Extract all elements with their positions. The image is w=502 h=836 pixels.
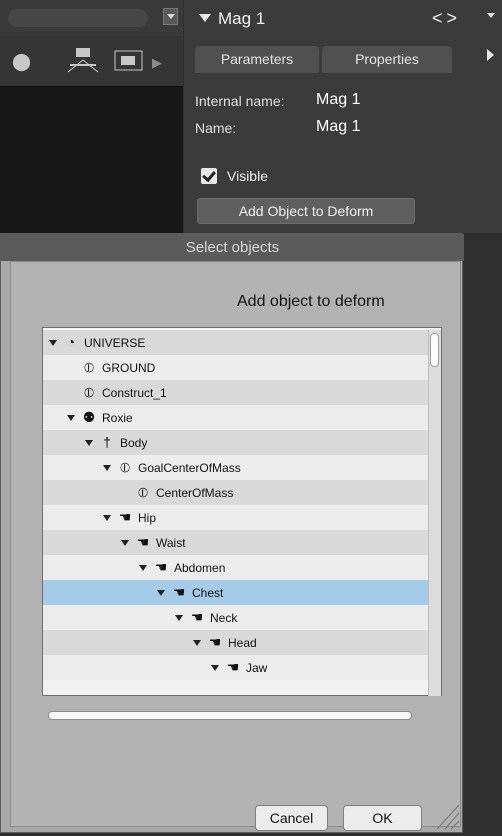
hand-icon: ☚ xyxy=(118,509,132,525)
tree-row-label: UNIVERSE xyxy=(84,336,146,350)
hand-icon: ☚ xyxy=(154,559,168,575)
tree-row-label: Abdomen xyxy=(174,561,226,575)
dialog-heading: Add object to deform xyxy=(237,293,385,310)
internal-name-value: Mag 1 xyxy=(316,91,361,108)
tree-row[interactable]: ☚ Head xyxy=(43,630,429,655)
tree-row-label: Body xyxy=(120,436,148,450)
panel-menu-dropdown-icon[interactable] xyxy=(486,8,497,22)
tree-row[interactable]: ☚ Hip xyxy=(43,505,429,530)
hand-icon: ☚ xyxy=(226,659,240,675)
nav-arrows: <> xyxy=(432,8,461,29)
prop-icon: ⦶ xyxy=(83,384,95,400)
visible-checkbox[interactable] xyxy=(201,168,217,184)
tree-row-label: Roxie xyxy=(102,411,133,425)
tree-horizontal-scrollbar[interactable] xyxy=(48,711,412,720)
prop-icon: ⦶ xyxy=(137,484,149,500)
figure-icon: ⚉ xyxy=(82,409,96,425)
tab-properties[interactable]: Properties xyxy=(322,46,452,73)
tab-scroll-right-icon[interactable] xyxy=(487,49,494,61)
tree-row[interactable]: ☚ Abdomen xyxy=(43,555,429,580)
tree-row-label: Neck xyxy=(210,611,238,625)
expand-arrow-icon[interactable] xyxy=(193,640,201,646)
prop-icon: ⦶ xyxy=(83,359,95,375)
expand-arrow-icon[interactable] xyxy=(121,540,129,546)
expand-arrow-icon[interactable] xyxy=(211,665,219,671)
tree-row-label: Jaw xyxy=(246,661,268,675)
hand-icon: ☚ xyxy=(190,609,204,625)
prop-icon: ⦶ xyxy=(119,459,131,475)
universe-icon: ◔ xyxy=(66,334,76,350)
tree-row-label: CenterOfMass xyxy=(156,486,234,500)
tree-vertical-scrollbar[interactable] xyxy=(428,330,441,696)
tab-parameters[interactable]: Parameters xyxy=(195,46,319,73)
visible-label: Visible xyxy=(227,168,268,184)
tree-row[interactable]: † Body xyxy=(43,430,429,455)
camera-view-icon[interactable] xyxy=(114,50,144,75)
expand-arrow-icon[interactable] xyxy=(49,340,57,346)
cancel-button[interactable]: Cancel xyxy=(255,805,328,831)
viewport-menu-dropdown-button[interactable] xyxy=(163,8,178,25)
tree-row-label: GROUND xyxy=(102,361,156,375)
tree-row[interactable]: ☚ Neck xyxy=(43,605,429,630)
tree-row[interactable]: ⦶ Construct_1 xyxy=(43,380,429,405)
tree-row[interactable]: ◔ UNIVERSE xyxy=(43,330,429,355)
panel-title-text: Mag 1 xyxy=(218,9,266,28)
tree-row[interactable]: ☚ Chest xyxy=(43,580,429,605)
viewport-area[interactable] xyxy=(0,87,183,233)
tree-vertical-scroll-thumb[interactable] xyxy=(430,333,439,367)
next-object-button[interactable]: > xyxy=(447,8,462,29)
expand-arrow-icon[interactable] xyxy=(67,415,75,421)
rotate-camera-icon[interactable]: ⬤ xyxy=(12,53,31,70)
viewport-panel: ⬤ ▶ xyxy=(0,0,183,233)
tree-row[interactable]: ⚉ Roxie xyxy=(43,405,429,430)
tree-row[interactable]: ☚ Waist xyxy=(43,530,429,555)
add-object-to-deform-button[interactable]: Add Object to Deform xyxy=(197,198,415,224)
expand-arrow-icon[interactable] xyxy=(175,615,183,621)
toolbar-more-icon[interactable]: ▶ xyxy=(152,54,162,71)
tree-row[interactable]: ☚ Jaw xyxy=(43,655,429,680)
collapse-icon[interactable] xyxy=(199,14,211,22)
viewport-toolbar: ⬤ ▶ xyxy=(0,36,183,86)
tree-row[interactable]: ⦶ GROUND xyxy=(43,355,429,380)
expand-arrow-icon[interactable] xyxy=(85,440,93,446)
tree-row[interactable]: ⦶ GoalCenterOfMass xyxy=(43,455,429,480)
panel-title[interactable]: Mag 1 xyxy=(199,9,265,29)
resize-grip-icon[interactable] xyxy=(431,797,461,831)
previous-object-button[interactable]: < xyxy=(432,8,447,29)
camera-plane-icon[interactable] xyxy=(66,46,100,77)
object-tree[interactable]: ◔ UNIVERSE ⦶ GROUND ⦶ Construct_1 ⚉ Roxie † Body ⦶… xyxy=(42,327,442,696)
dialog-title: Select objects xyxy=(1,234,464,261)
tree-row-label: Waist xyxy=(156,536,186,550)
hand-icon: ☚ xyxy=(136,534,150,550)
hand-icon: ☚ xyxy=(172,584,186,600)
viewport-header xyxy=(0,0,183,36)
tree-row-label: Hip xyxy=(138,511,157,525)
internal-name-label: Internal name: xyxy=(195,93,285,109)
tree-row[interactable]: ⦶ CenterOfMass xyxy=(43,480,429,505)
tree-row-label: Head xyxy=(228,636,257,650)
tree-row-label: Chest xyxy=(192,586,224,600)
tree-row-label: GoalCenterOfMass xyxy=(138,461,241,475)
name-label: Name: xyxy=(195,120,237,136)
body-icon: † xyxy=(103,434,111,450)
name-value[interactable]: Mag 1 xyxy=(316,118,360,136)
ok-button[interactable]: OK xyxy=(343,805,422,831)
hand-icon: ☚ xyxy=(208,634,222,650)
tree-row-label: Construct_1 xyxy=(102,386,167,400)
viewport-search-field[interactable] xyxy=(8,9,148,27)
expand-arrow-icon[interactable] xyxy=(139,565,147,571)
properties-panel: Mag 1 <> Parameters Properties Internal … xyxy=(184,0,502,233)
expand-arrow-icon[interactable] xyxy=(157,590,165,596)
expand-arrow-icon[interactable] xyxy=(103,515,111,521)
expand-arrow-icon[interactable] xyxy=(103,465,111,471)
